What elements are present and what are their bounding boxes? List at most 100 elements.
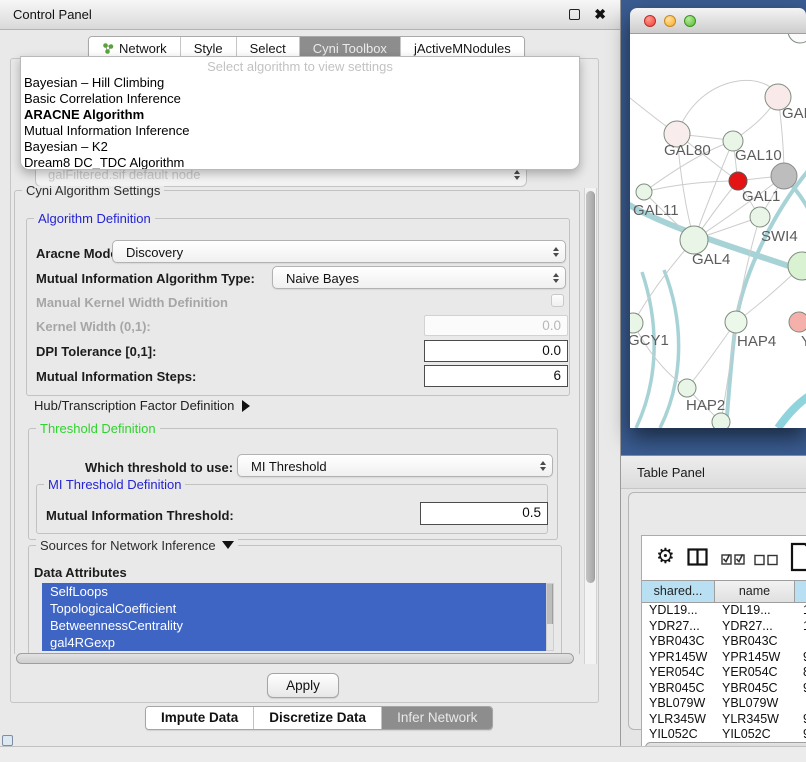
- sources-legend[interactable]: Sources for Network Inference: [36, 538, 238, 553]
- network-node-label: HAP4: [737, 333, 776, 350]
- table-cell: YBR045C: [715, 681, 795, 697]
- data-attribute-item[interactable]: BetweennessCentrality: [42, 617, 546, 634]
- table-row[interactable]: YBR043CYBR043C: [642, 634, 806, 650]
- network-node-hap4[interactable]: [725, 311, 747, 333]
- network-node[interactable]: [712, 413, 730, 428]
- aracne-mode-value: Discovery: [126, 245, 183, 260]
- combo-stepper-icon: [514, 170, 520, 180]
- table-cell: 9.: [795, 681, 806, 697]
- table-row[interactable]: YER054CYER054C8.: [642, 665, 806, 681]
- which-threshold-combobox[interactable]: MI Threshold: [237, 454, 553, 477]
- network-node[interactable]: [771, 163, 797, 189]
- expand-right-icon: [242, 400, 250, 412]
- zoom-traffic-light-icon[interactable]: [684, 15, 696, 27]
- network-svg: GALGAL80GAL10GAL1SWI4GAL11GAL4GCY1HAP4YH…: [630, 34, 806, 428]
- network-node-label: GAL: [782, 105, 806, 122]
- network-node-label: HAP2: [686, 397, 725, 414]
- close-icon[interactable]: ✖: [594, 0, 606, 29]
- tab-label: Network: [119, 41, 167, 56]
- network-node-label: GAL4: [692, 251, 730, 268]
- network-node-swi4[interactable]: [750, 207, 770, 227]
- split-columns-icon[interactable]: [687, 548, 708, 571]
- tab-infer-network[interactable]: Infer Network: [382, 707, 492, 729]
- panel-corner-icon[interactable]: [2, 735, 13, 746]
- kernel-width-field[interactable]: 0.0: [424, 315, 568, 336]
- float-window-icon[interactable]: [569, 9, 580, 20]
- mi-threshold-field[interactable]: 0.5: [420, 502, 548, 525]
- which-threshold-label: Which threshold to use:: [85, 460, 233, 475]
- table-cell: YBR043C: [642, 634, 715, 650]
- table-row[interactable]: YBL079WYBL079W: [642, 696, 806, 712]
- algorithm-dropdown-popup: Select algorithm to view settings Bayesi…: [20, 56, 580, 170]
- network-node-label: GAL1: [742, 188, 780, 205]
- network-node-label: GCY1: [630, 332, 669, 349]
- unchecked-pair-icon[interactable]: [754, 553, 779, 571]
- network-node-y[interactable]: [789, 312, 806, 332]
- checked-pair-icon[interactable]: [721, 552, 746, 570]
- column-header-name[interactable]: name: [715, 581, 795, 602]
- network-node-gal4[interactable]: [680, 226, 708, 254]
- network-node-gcy1[interactable]: [630, 313, 643, 333]
- table-cell: 9.: [795, 727, 806, 742]
- minimize-traffic-light-icon[interactable]: [664, 15, 676, 27]
- algorithm-option[interactable]: Bayesian – K2: [21, 139, 579, 155]
- dpi-tolerance-field[interactable]: 0.0: [424, 340, 568, 362]
- algorithm-option[interactable]: Dream8 DC_TDC Algorithm: [21, 155, 579, 170]
- algorithm-option[interactable]: Mutual Information Inference: [21, 123, 579, 139]
- tab-label: Select: [250, 41, 286, 56]
- algorithm-option[interactable]: ARACNE Algorithm: [21, 107, 579, 123]
- column-header-third[interactable]: A: [795, 581, 806, 602]
- table-row[interactable]: YDR27...YDR27...12: [642, 619, 806, 635]
- document-icon[interactable]: [790, 542, 806, 577]
- dpi-tolerance-label: DPI Tolerance [0,1]:: [36, 344, 156, 359]
- data-attribute-item[interactable]: gal4RGexp: [42, 634, 546, 651]
- network-node-label: GAL10: [735, 147, 782, 164]
- table-row[interactable]: YDL19...YDL19...13: [642, 603, 806, 619]
- algorithm-option[interactable]: Basic Correlation Inference: [21, 91, 579, 107]
- network-node[interactable]: [788, 34, 806, 43]
- table-panel-container: ⚙ shared... name: [628, 492, 806, 730]
- column-header-shared[interactable]: shared...: [642, 581, 715, 602]
- network-node-hap2[interactable]: [678, 379, 696, 397]
- tab-impute-data[interactable]: Impute Data: [146, 707, 254, 729]
- table-cell: 9.: [795, 712, 806, 728]
- kernel-width-label: Kernel Width (0,1):: [36, 319, 151, 334]
- manual-kernel-checkbox[interactable]: [551, 294, 564, 307]
- apply-button[interactable]: Apply: [267, 673, 339, 698]
- tab-discretize-data[interactable]: Discretize Data: [254, 707, 382, 729]
- data-attribute-item[interactable]: SelfLoops: [42, 583, 546, 600]
- network-node-label: GAL80: [664, 142, 711, 159]
- table-cell: YBR045C: [642, 681, 715, 697]
- network-node-label: SWI4: [761, 228, 798, 245]
- table-panel-region: Table Panel ⚙: [621, 455, 806, 762]
- close-traffic-light-icon[interactable]: [644, 15, 656, 27]
- algorithm-option[interactable]: Bayesian – Hill Climbing: [21, 75, 579, 91]
- table-cell: YDL19...: [642, 603, 715, 619]
- sources-legend-text: Sources for Network Inference: [40, 538, 216, 553]
- mi-steps-field[interactable]: 6: [424, 365, 568, 387]
- mi-steps-label: Mutual Information Steps:: [36, 369, 196, 384]
- data-attribute-item[interactable]: TopologicalCoefficient: [42, 600, 546, 617]
- table-cell: YLR345W: [715, 712, 795, 728]
- table-row[interactable]: YLR345WYLR345W9.: [642, 712, 806, 728]
- table-cell: [795, 634, 806, 650]
- table-row[interactable]: YIL052CYIL052C9.: [642, 727, 806, 742]
- network-node-label: GAL11: [633, 202, 679, 219]
- network-node-gal11[interactable]: [636, 184, 652, 200]
- which-threshold-value: MI Threshold: [251, 459, 327, 474]
- table-row[interactable]: YBR045CYBR045C9.: [642, 681, 806, 697]
- settings-horizontal-scrollbar[interactable]: [16, 653, 574, 664]
- mi-threshold-legend: MI Threshold Definition: [44, 477, 185, 492]
- aracne-mode-combobox[interactable]: Discovery: [112, 240, 566, 263]
- data-attributes-label: Data Attributes: [34, 565, 127, 580]
- mi-type-combobox[interactable]: Naive Bayes: [272, 266, 566, 289]
- table-row[interactable]: YPR145WYPR145W9.: [642, 650, 806, 666]
- table-cell: [795, 696, 806, 712]
- network-canvas[interactable]: GALGAL80GAL10GAL1SWI4GAL11GAL4GCY1HAP4YH…: [630, 34, 806, 428]
- algorithm-popup-placeholder: Select algorithm to view settings: [21, 59, 579, 75]
- hub-definition-expander[interactable]: Hub/Transcription Factor Definition: [34, 398, 250, 413]
- aracne-mode-label: Aracne Mode:: [36, 246, 122, 261]
- table-cell: YPR145W: [642, 650, 715, 666]
- gear-icon[interactable]: ⚙: [656, 544, 675, 570]
- attributes-scrollbar[interactable]: [546, 583, 554, 651]
